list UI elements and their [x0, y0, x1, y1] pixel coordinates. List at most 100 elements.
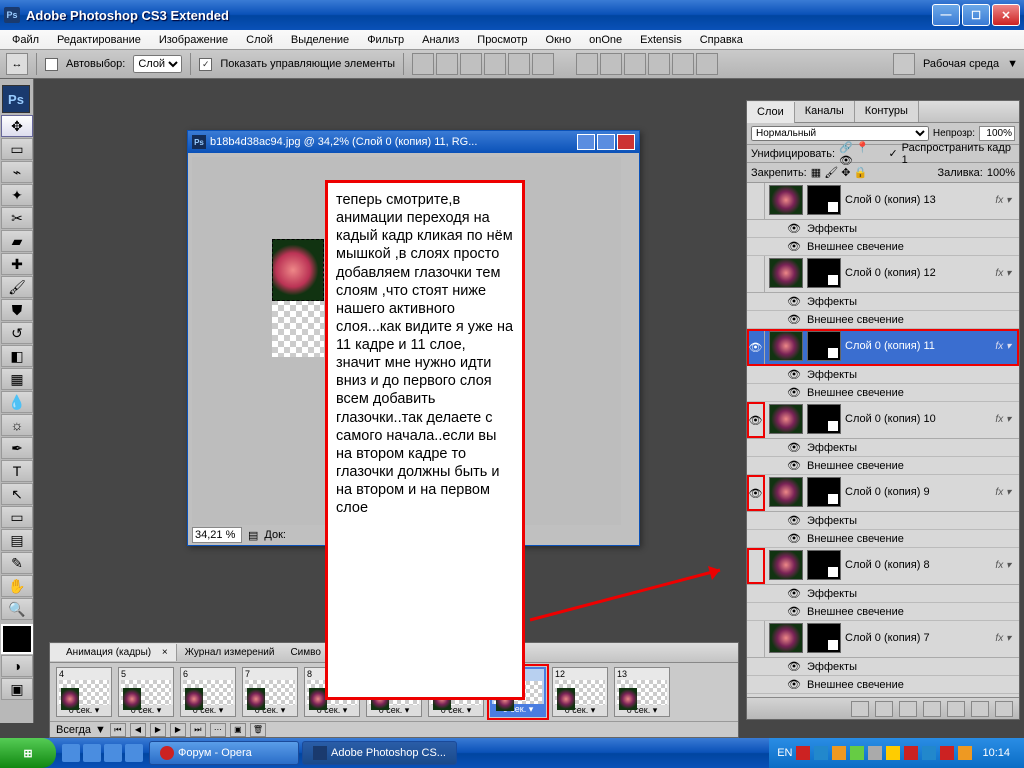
layer-name[interactable]: Слой 0 (копия) 7	[845, 632, 987, 644]
crop-tool[interactable]: ✂	[1, 207, 33, 229]
ql-icon[interactable]	[104, 744, 122, 762]
play-btn[interactable]: ▶	[150, 723, 166, 737]
fill-field[interactable]: 100%	[987, 167, 1015, 179]
tab-animation[interactable]: Анимация (кадры) ×	[50, 644, 177, 661]
fx-indicator[interactable]: fx ▾	[991, 414, 1015, 425]
dist-btn[interactable]	[648, 53, 670, 75]
layer-mask[interactable]	[807, 258, 841, 288]
opacity-field[interactable]: 100%	[979, 126, 1015, 141]
frame-thumb[interactable]	[183, 680, 233, 705]
show-controls-checkbox[interactable]: ✓	[199, 58, 212, 71]
fx-indicator[interactable]: fx ▾	[991, 633, 1015, 644]
type-tool[interactable]: T	[1, 460, 33, 482]
frame-thumb[interactable]	[617, 680, 667, 705]
layer-row[interactable]: 👁Слой 0 (копия) 11fx ▾	[747, 329, 1019, 366]
task-photoshop[interactable]: Adobe Photoshop CS...	[302, 741, 457, 765]
doc-close[interactable]	[617, 134, 635, 150]
fx-eye[interactable]: 👁	[787, 587, 801, 600]
group-icon[interactable]	[947, 701, 965, 717]
path-tool[interactable]: ↖	[1, 483, 33, 505]
autoselect-checkbox[interactable]	[45, 58, 58, 71]
layer-row[interactable]: Слой 0 (копия) 7 fx ▾	[747, 621, 1019, 658]
lang-indicator[interactable]: EN	[777, 747, 792, 759]
tray-icon[interactable]	[958, 746, 972, 760]
layer-row[interactable]: Слой 0 (копия) 13fx ▾	[747, 183, 1019, 220]
menu-Файл[interactable]: Файл	[4, 32, 47, 48]
fx-eye[interactable]: 👁	[787, 678, 801, 691]
fx-indicator[interactable]: fx ▾	[991, 341, 1015, 352]
tray-icon[interactable]	[904, 746, 918, 760]
fx-indicator[interactable]: fx ▾	[991, 487, 1015, 498]
tab-channels[interactable]: Каналы	[795, 101, 855, 122]
fx-eye[interactable]: 👁	[787, 605, 801, 618]
align-btn[interactable]	[460, 53, 482, 75]
layer-name[interactable]: Слой 0 (копия) 12	[845, 267, 987, 279]
frame-thumb[interactable]	[59, 680, 109, 705]
menu-onOne[interactable]: onOne	[581, 32, 630, 48]
frame-thumb[interactable]	[121, 680, 171, 705]
menu-Справка[interactable]: Справка	[692, 32, 751, 48]
align-btn[interactable]	[508, 53, 530, 75]
tray-icon[interactable]	[940, 746, 954, 760]
history-brush-tool[interactable]: ↺	[1, 322, 33, 344]
fx-eye[interactable]: 👁	[787, 295, 801, 308]
tray-icon[interactable]	[922, 746, 936, 760]
visibility-toggle[interactable]	[747, 183, 765, 219]
workspace-label[interactable]: Рабочая среда	[923, 58, 999, 70]
tray-icon[interactable]	[868, 746, 882, 760]
tray-icon[interactable]	[886, 746, 900, 760]
layer-list[interactable]: Слой 0 (копия) 13fx ▾👁Эффекты👁Внешнее св…	[747, 183, 1019, 703]
pen-tool[interactable]: ✒	[1, 437, 33, 459]
image-content[interactable]	[272, 239, 324, 301]
quickmask-toggle[interactable]: ◑	[1, 655, 33, 677]
layer-row[interactable]: Слой 0 (копия) 12fx ▾	[747, 256, 1019, 293]
hand-tool[interactable]: ✋	[1, 575, 33, 597]
task-opera[interactable]: Форум - Opera	[149, 741, 299, 765]
align-btn[interactable]	[532, 53, 554, 75]
clock[interactable]: 10:14	[976, 747, 1016, 759]
frame-6[interactable]: 60 сек. ▾	[180, 667, 236, 717]
tray-icon[interactable]	[850, 746, 864, 760]
layer-thumb[interactable]	[769, 550, 803, 580]
link-layers-icon[interactable]	[851, 701, 869, 717]
move-tool-icon[interactable]: ↔	[6, 53, 28, 75]
dist-btn[interactable]	[624, 53, 646, 75]
fx-eye[interactable]: 👁	[787, 514, 801, 527]
menu-Слой[interactable]: Слой	[238, 32, 281, 48]
blur-tool[interactable]: 💧	[1, 391, 33, 413]
mask-icon[interactable]	[899, 701, 917, 717]
adjustment-icon[interactable]	[923, 701, 941, 717]
frame-7[interactable]: 70 сек. ▾	[242, 667, 298, 717]
layer-mask[interactable]	[807, 477, 841, 507]
last-frame-btn[interactable]: ⏭	[190, 723, 206, 737]
fx-indicator[interactable]: fx ▾	[991, 560, 1015, 571]
layer-thumb[interactable]	[769, 477, 803, 507]
menu-Изображение[interactable]: Изображение	[151, 32, 236, 48]
dodge-tool[interactable]: ☼	[1, 414, 33, 436]
layer-mask[interactable]	[807, 331, 841, 361]
menu-Редактирование[interactable]: Редактирование	[49, 32, 149, 48]
notes-tool[interactable]: ▤	[1, 529, 33, 551]
system-tray[interactable]: EN 10:14	[769, 738, 1024, 768]
fg-bg-swatch[interactable]	[1, 624, 33, 654]
visibility-toggle[interactable]: 👁	[747, 402, 765, 438]
fx-eye[interactable]: 👁	[787, 240, 801, 253]
visibility-toggle[interactable]	[747, 256, 765, 292]
fx-eye[interactable]: 👁	[787, 368, 801, 381]
fx-icon[interactable]	[875, 701, 893, 717]
align-btn[interactable]	[412, 53, 434, 75]
maximize-button[interactable]: ☐	[962, 4, 990, 26]
frame-12[interactable]: 120 сек. ▾	[552, 667, 608, 717]
layer-row[interactable]: 👁Слой 0 (копия) 10fx ▾	[747, 402, 1019, 439]
align-btn[interactable]	[436, 53, 458, 75]
menu-Фильтр[interactable]: Фильтр	[359, 32, 412, 48]
fx-eye[interactable]: 👁	[787, 532, 801, 545]
menu-Extensis[interactable]: Extensis	[632, 32, 690, 48]
menu-Выделение[interactable]: Выделение	[283, 32, 357, 48]
tab-measure[interactable]: Журнал измерений	[177, 644, 283, 661]
visibility-toggle[interactable]	[747, 548, 765, 584]
new-frame-btn[interactable]: ▣	[230, 723, 246, 737]
launch-bridge-icon[interactable]	[893, 53, 915, 75]
fx-eye[interactable]: 👁	[787, 313, 801, 326]
doc-max[interactable]	[597, 134, 615, 150]
